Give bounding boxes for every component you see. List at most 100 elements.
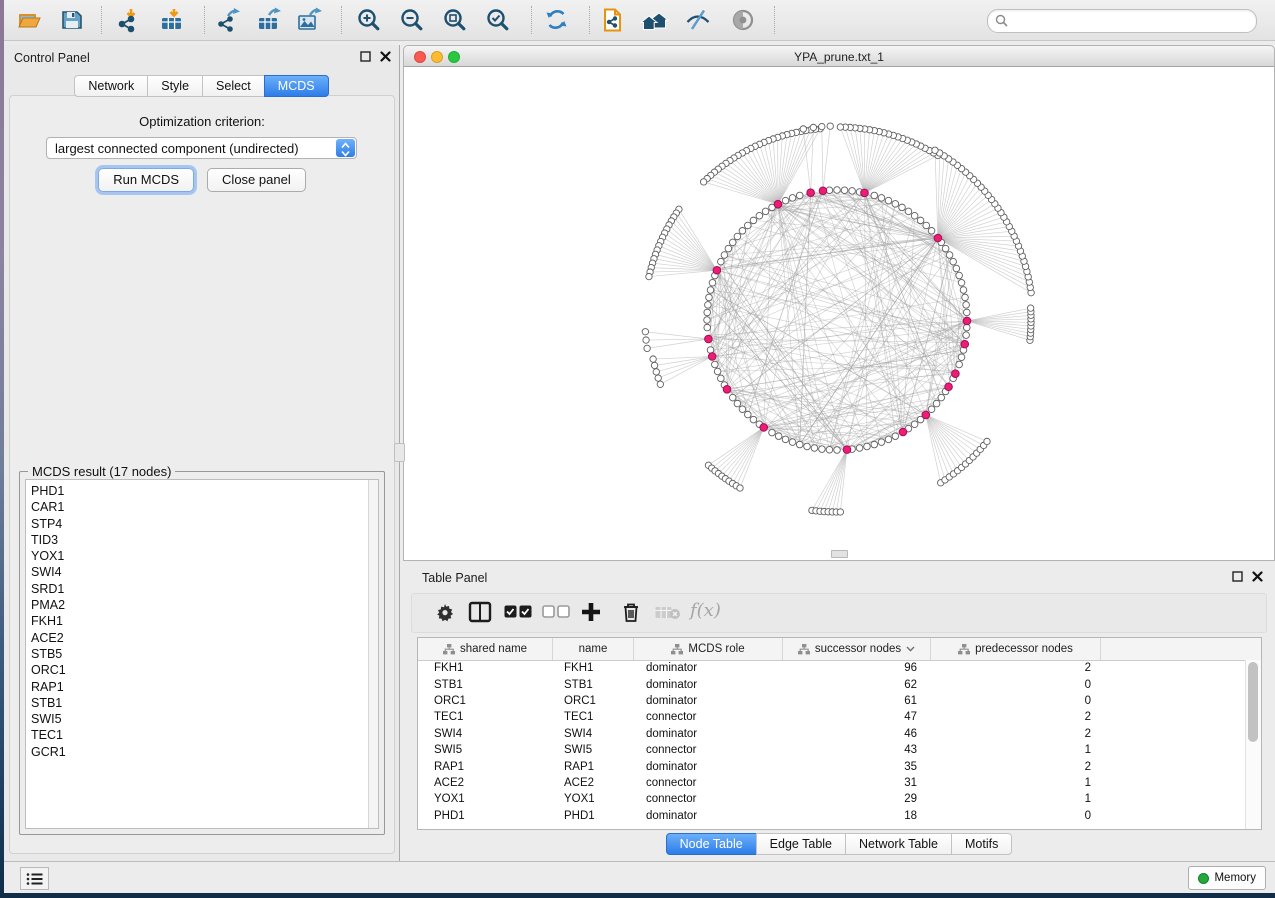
task-history-button[interactable]	[20, 867, 49, 890]
result-node[interactable]: SWI5	[31, 711, 66, 727]
table-settings-icon[interactable]	[434, 601, 456, 628]
select-all-icon[interactable]	[504, 605, 532, 623]
table-row[interactable]: TEC1TEC1connector472	[418, 709, 1246, 725]
tab-mcds[interactable]: MCDS	[264, 75, 329, 97]
result-node[interactable]: RAP1	[31, 679, 66, 695]
mcds-node	[963, 317, 971, 325]
export-image-icon[interactable]	[296, 7, 322, 33]
tab-select[interactable]: Select	[202, 75, 265, 97]
run-mcds-button[interactable]: Run MCDS	[98, 168, 194, 192]
table-row[interactable]: RAP1RAP1dominator352	[418, 758, 1246, 774]
node-table[interactable]: shared namenameMCDS rolesuccessor nodesp…	[417, 637, 1262, 830]
save-session-icon[interactable]	[59, 7, 85, 33]
delete-column-icon[interactable]	[619, 600, 643, 629]
column-header-name[interactable]: name	[553, 638, 634, 660]
result-node[interactable]: STB1	[31, 695, 66, 711]
result-node[interactable]: STP4	[31, 516, 66, 532]
zoom-fit-icon[interactable]	[442, 7, 468, 33]
search-input[interactable]	[1012, 11, 1250, 31]
result-node[interactable]: YOX1	[31, 548, 66, 564]
result-node[interactable]: CAR1	[31, 499, 66, 515]
table-row[interactable]: ACE2ACE2connector311	[418, 775, 1246, 791]
close-panel-button[interactable]: Close panel	[207, 168, 306, 192]
close-panel-icon[interactable]	[1252, 571, 1263, 582]
result-node[interactable]: SWI4	[31, 564, 66, 580]
result-node[interactable]: GCR1	[31, 744, 66, 760]
network-from-document-icon[interactable]	[600, 7, 626, 33]
add-column-icon[interactable]	[579, 600, 603, 629]
close-panel-icon[interactable]	[380, 51, 391, 62]
result-list-scrollbar[interactable]	[368, 480, 378, 828]
table-scrollbar[interactable]	[1245, 660, 1261, 829]
network-window-titlebar[interactable]: YPA_prune.txt_1	[403, 45, 1275, 67]
table-cell: ACE2	[553, 777, 634, 789]
zoom-in-icon[interactable]	[356, 7, 382, 33]
table-cell: 61	[783, 695, 931, 707]
split-view-icon[interactable]	[468, 601, 492, 628]
table-cell: dominator	[634, 662, 783, 674]
table-scrollbar-thumb[interactable]	[1248, 662, 1258, 742]
result-node[interactable]: SRD1	[31, 581, 66, 597]
inner-edges	[707, 190, 967, 450]
mcds-node	[861, 189, 869, 197]
network-canvas[interactable]	[403, 67, 1275, 561]
table-row[interactable]: STB1STB1dominator620	[418, 676, 1246, 692]
show-panels-icon[interactable]	[730, 7, 756, 33]
zoom-selected-icon[interactable]	[485, 7, 511, 33]
table-row[interactable]: ORC1ORC1dominator610	[418, 693, 1246, 709]
memory-button[interactable]: Memory	[1188, 866, 1266, 890]
home-icon[interactable]	[640, 7, 670, 33]
export-table-icon[interactable]	[256, 7, 282, 33]
tab-edge-table[interactable]: Edge Table	[756, 833, 846, 855]
mcds-result-group: MCDS result (17 nodes) PHD1CAR1STP4TID3Y…	[19, 471, 385, 835]
refresh-icon[interactable]	[544, 7, 570, 33]
table-row[interactable]: PHD1PHD1dominator180	[418, 808, 1246, 824]
table-cell: 2	[931, 728, 1101, 740]
control-panel-title: Control Panel	[14, 51, 90, 65]
select-stepper-icon	[336, 139, 355, 157]
delete-table-icon[interactable]	[655, 606, 681, 625]
table-row[interactable]: FKH1FKH1dominator962	[418, 660, 1246, 676]
import-table-icon[interactable]	[159, 7, 185, 33]
result-node[interactable]: PMA2	[31, 597, 66, 613]
tab-network[interactable]: Network	[74, 75, 148, 97]
table-row[interactable]: SWI4SWI4dominator462	[418, 726, 1246, 742]
column-header-shared-name[interactable]: shared name	[418, 638, 553, 660]
result-node[interactable]: TID3	[31, 532, 66, 548]
export-network-icon[interactable]	[216, 7, 242, 33]
result-node[interactable]: ACE2	[31, 630, 66, 646]
network-graph[interactable]	[404, 67, 1274, 559]
tab-motifs[interactable]: Motifs	[951, 833, 1012, 855]
float-panel-icon[interactable]	[360, 51, 371, 62]
column-header-predecessor-nodes[interactable]: predecessor nodes	[931, 638, 1101, 660]
table-row[interactable]: SWI5SWI5connector431	[418, 742, 1246, 758]
canvas-splitter-grip[interactable]	[831, 550, 848, 558]
table-cell: connector	[634, 744, 783, 756]
tab-style[interactable]: Style	[147, 75, 203, 97]
table-cell: 1	[931, 777, 1101, 789]
result-node[interactable]: FKH1	[31, 613, 66, 629]
open-session-icon[interactable]	[16, 7, 42, 33]
result-node[interactable]: STB5	[31, 646, 66, 662]
table-cell: RAP1	[418, 761, 553, 773]
mcds-result-list[interactable]: PHD1CAR1STP4TID3YOX1SWI4SRD1PMA2FKH1ACE2…	[25, 479, 379, 829]
table-cell: FKH1	[553, 662, 634, 674]
optimization-criterion-select[interactable]: largest connected component (undirected)	[46, 137, 357, 159]
import-network-icon[interactable]	[116, 7, 142, 33]
result-node[interactable]: PHD1	[31, 483, 66, 499]
float-panel-icon[interactable]	[1232, 571, 1243, 582]
column-header-MCDS-role[interactable]: MCDS role	[634, 638, 783, 660]
column-header-successor-nodes[interactable]: successor nodes	[783, 638, 931, 660]
result-node[interactable]: ORC1	[31, 662, 66, 678]
tab-network-table[interactable]: Network Table	[845, 833, 952, 855]
table-cell: 62	[783, 679, 931, 691]
tab-node-table[interactable]: Node Table	[666, 833, 757, 855]
hide-panels-icon[interactable]	[685, 7, 711, 33]
zoom-out-icon[interactable]	[399, 7, 425, 33]
table-row[interactable]: YOX1YOX1connector291	[418, 791, 1246, 807]
panel-splitter-grip[interactable]	[394, 443, 405, 462]
search-box[interactable]	[987, 9, 1257, 33]
result-node[interactable]: TEC1	[31, 727, 66, 743]
deselect-all-icon[interactable]	[542, 605, 570, 623]
mcds-tab-content: Optimization criterion: largest connecte…	[9, 95, 395, 854]
